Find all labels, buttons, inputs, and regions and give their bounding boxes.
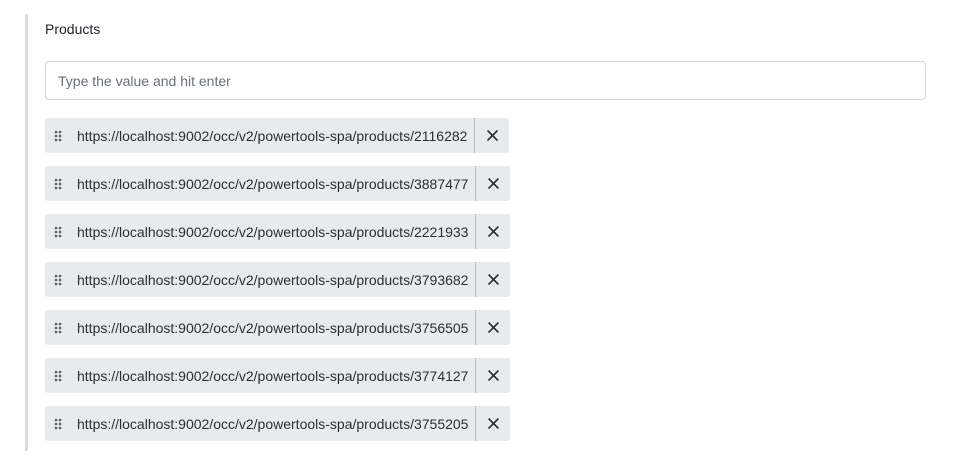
drag-handle-icon[interactable] xyxy=(45,310,70,345)
close-icon[interactable] xyxy=(475,262,510,297)
tag-label: https://localhost:9002/occ/v2/powertools… xyxy=(77,223,469,240)
close-icon[interactable] xyxy=(474,118,509,153)
tag-label: https://localhost:9002/occ/v2/powertools… xyxy=(77,175,469,192)
products-field-panel: Products https://localhost:9002/occ/v2/p… xyxy=(25,14,938,451)
tag-label: https://localhost:9002/occ/v2/powertools… xyxy=(77,271,469,288)
drag-handle-icon[interactable] xyxy=(45,214,70,249)
tag-item[interactable]: https://localhost:9002/occ/v2/powertools… xyxy=(45,358,511,393)
tag-item[interactable]: https://localhost:9002/occ/v2/powertools… xyxy=(45,262,511,297)
drag-handle-icon[interactable] xyxy=(45,406,70,441)
close-icon[interactable] xyxy=(475,310,510,345)
drag-handle-icon[interactable] xyxy=(45,262,70,297)
close-icon[interactable] xyxy=(475,358,510,393)
tag-item[interactable]: https://localhost:9002/occ/v2/powertools… xyxy=(45,406,511,441)
tag-item[interactable]: https://localhost:9002/occ/v2/powertools… xyxy=(45,166,511,201)
tag-item[interactable]: https://localhost:9002/occ/v2/powertools… xyxy=(45,118,510,153)
tag-label: https://localhost:9002/occ/v2/powertools… xyxy=(77,319,469,336)
close-icon[interactable] xyxy=(475,166,510,201)
tag-label: https://localhost:9002/occ/v2/powertools… xyxy=(77,367,469,384)
field-label: Products xyxy=(45,21,101,37)
close-icon[interactable] xyxy=(475,406,510,441)
drag-handle-icon[interactable] xyxy=(45,118,70,153)
tag-label: https://localhost:9002/occ/v2/powertools… xyxy=(77,415,469,432)
tag-label: https://localhost:9002/occ/v2/powertools… xyxy=(77,127,468,144)
drag-handle-icon[interactable] xyxy=(45,166,70,201)
value-input[interactable] xyxy=(45,61,926,100)
tag-item[interactable]: https://localhost:9002/occ/v2/powertools… xyxy=(45,214,511,249)
close-icon[interactable] xyxy=(475,214,510,249)
tag-item[interactable]: https://localhost:9002/occ/v2/powertools… xyxy=(45,310,511,345)
tag-list: https://localhost:9002/occ/v2/powertools… xyxy=(45,118,511,454)
drag-handle-icon[interactable] xyxy=(45,358,70,393)
